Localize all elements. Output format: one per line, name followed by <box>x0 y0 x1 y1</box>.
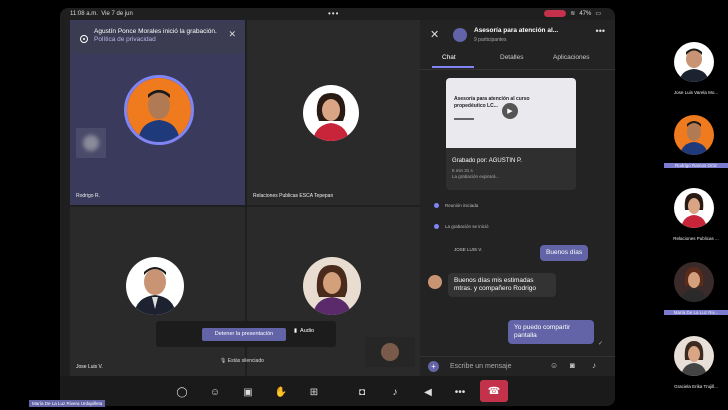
more-icon[interactable]: ••• <box>596 26 605 36</box>
video-tile-relaciones[interactable]: Relaciones Publicas ESCA Tepepan <box>247 20 420 205</box>
battery-icon: ▭ <box>595 11 601 17</box>
read-receipt-icon: ✓ <box>598 341 604 347</box>
privacy-link[interactable]: Política de privacidad <box>94 36 156 43</box>
multitask-dots[interactable]: ••• <box>328 9 339 18</box>
add-icon[interactable]: + <box>428 361 439 372</box>
recording-meta: 5 min 31 s La grabación expirará... <box>452 168 499 180</box>
avatar <box>428 275 442 289</box>
tab-chat[interactable]: Chat <box>442 54 456 61</box>
avatar <box>126 257 184 315</box>
meeting-icon <box>453 28 467 42</box>
play-icon[interactable]: ▶ <box>502 103 518 119</box>
participant-name: Relaciones Publicas ... <box>673 236 719 241</box>
audio-label: Audio <box>300 328 315 334</box>
participant-name: Rodrigo R. <box>76 193 100 199</box>
person-photo-icon <box>303 85 359 141</box>
camera-off-icon[interactable]: ◘ <box>355 385 369 399</box>
avatar <box>674 42 714 82</box>
compose-input[interactable]: Escribe un mensaje <box>450 363 511 370</box>
tab-details[interactable]: Detalles <box>500 54 523 61</box>
recording-thumbnail: Asesoría para atención al curso propedéu… <box>446 78 576 148</box>
recording-card[interactable]: Asesoría para atención al curso propedéu… <box>446 78 576 190</box>
person-photo-icon <box>127 78 191 142</box>
event-text: Reunión iniciada <box>445 203 479 208</box>
message-me[interactable]: Yo puedo compartir pantalla <box>508 320 594 344</box>
battery-level: 47% <box>579 10 592 17</box>
record-icon <box>80 35 88 43</box>
close-icon[interactable]: ✕ <box>228 30 236 39</box>
participant-name: María De La Luz Riv... <box>664 310 728 315</box>
mic-off-icon[interactable]: ♪ <box>388 385 402 399</box>
mic-off-icon: 🎙 <box>220 358 227 364</box>
event-icon <box>434 224 439 229</box>
wifi-icon: ≋ <box>570 11 576 17</box>
panel-header: ✕ Asesoría para atención al... 9 partici… <box>420 20 615 70</box>
compose-box[interactable]: + Escribe un mensaje ☺ ◙ ♪ <box>420 356 615 376</box>
recording-expiry: La grabación expirará... <box>452 174 500 179</box>
rooms-icon[interactable]: ⊞ <box>307 385 321 399</box>
mic-icon[interactable]: ♪ <box>592 361 596 370</box>
recording-notification: Agustín Ponce Morales inició la grabació… <box>72 22 244 54</box>
video-tile-maria[interactable] <box>247 207 420 376</box>
person-photo-icon <box>126 257 184 315</box>
avatar <box>674 336 714 376</box>
avatar <box>674 115 714 155</box>
muted-text: Estás silenciado <box>227 358 264 364</box>
participant-name: Relaciones Publicas ESCA Tepepan <box>253 193 334 199</box>
audio-icon: ▮ <box>294 328 298 334</box>
reactions-icon[interactable]: ✋ <box>274 385 288 399</box>
camera-icon[interactable]: ◙ <box>570 361 575 370</box>
muted-notice: 🎙 Estás silenciado <box>220 358 264 364</box>
event-icon <box>434 203 439 208</box>
message-me[interactable]: Buenos días <box>540 245 589 261</box>
audio-button[interactable]: ▮ Audio <box>294 328 314 334</box>
participant-name: Rodrigo Ramos Ortiz <box>664 163 728 168</box>
stop-presenting-button[interactable]: Detener la presentación <box>202 328 286 341</box>
notification-text: Agustín Ponce Morales inició la grabació… <box>94 28 217 35</box>
participant-name: Graciela Erika Trujill... <box>674 384 718 389</box>
chat-panel: ✕ Asesoría para atención al... 9 partici… <box>420 20 615 376</box>
event-meeting-started: Reunión iniciada <box>434 203 478 208</box>
meeting-toolbar: ◯ ☺ ▣ ✋ ⊞ ◘ ♪ ◀ ••• ☎ <box>60 376 615 406</box>
status-time: 11:08 a.m. <box>70 11 98 17</box>
speaker-icon[interactable]: ◀ <box>421 385 435 399</box>
close-icon[interactable]: ✕ <box>430 28 439 41</box>
presentation-bar: Detener la presentación ▮ Audio <box>156 321 336 347</box>
status-bar: 11:08 a.m. Vie 7 de jun ••• ≋ 47% ▭ <box>60 8 615 20</box>
mini-video <box>365 337 415 367</box>
active-speaker-label: María De La Luz Rivera Urdapilleta <box>29 400 106 407</box>
participant-name: Jose Luis V. <box>76 364 103 370</box>
avatar <box>124 75 194 145</box>
people-icon[interactable]: ☺ <box>208 385 222 399</box>
phone-icon: ☎ <box>487 385 501 397</box>
emoji-icon[interactable]: ☺ <box>550 361 558 370</box>
tab-apps[interactable]: Aplicaciones <box>553 54 590 61</box>
meeting-title: Asesoría para atención al... <box>474 27 559 34</box>
recording-indicator <box>544 10 567 17</box>
participant-name: Jose Luis Varela Mo... <box>673 90 719 95</box>
event-text: La grabación se inició <box>445 224 489 229</box>
avatar <box>674 262 714 302</box>
more-icon[interactable]: ••• <box>453 385 467 399</box>
active-tab-indicator <box>432 66 474 68</box>
self-preview <box>76 128 106 158</box>
chat-icon[interactable]: ◯ <box>175 385 189 399</box>
status-date: Vie 7 de jun <box>101 11 133 17</box>
message-other[interactable]: Buenos días mis estimadas mtras. y compa… <box>448 273 556 297</box>
hang-up-button[interactable]: ☎ <box>480 380 508 402</box>
avatar <box>674 188 714 228</box>
event-recording-started: La grabación se inició <box>434 224 489 229</box>
message-sender: JOSE LUIS V. <box>454 247 483 252</box>
recording-duration: 5 min 31 s <box>452 168 473 173</box>
avatar <box>303 257 361 315</box>
recorded-by: Grabado por: AGUSTIN P. <box>452 158 522 164</box>
video-tile-jose-luis[interactable]: Jose Luis V. <box>70 207 245 376</box>
participant-strip: Jose Luis Varela Mo... Rodrigo Ramos Ort… <box>660 0 728 410</box>
person-photo-icon <box>303 257 361 315</box>
avatar <box>303 85 359 141</box>
participant-count: 9 participantes <box>474 37 507 43</box>
teams-window: 11:08 a.m. Vie 7 de jun ••• ≋ 47% ▭ Rodr… <box>60 8 615 406</box>
share-icon[interactable]: ▣ <box>241 385 255 399</box>
